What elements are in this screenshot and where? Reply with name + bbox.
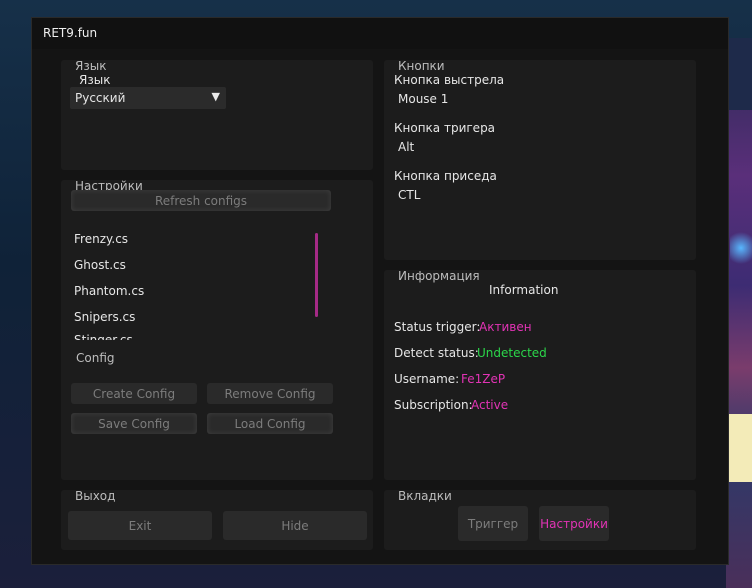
config-item-stinger[interactable]: Stinger.cs	[74, 334, 133, 340]
config-item-phantom[interactable]: Phantom.cs	[74, 284, 144, 298]
remove-config-button[interactable]: Remove Config	[207, 383, 333, 404]
window-title: RET9.fun	[43, 26, 98, 40]
detect-status-label: Detect status:	[394, 346, 479, 360]
language-select[interactable]: Русский ▼	[70, 87, 226, 109]
status-trigger-value: Активен	[479, 320, 532, 334]
config-item-frenzy[interactable]: Frenzy.cs	[74, 232, 128, 246]
app-window: RET9.fun Язык Язык Русский ▼ Настройки R…	[31, 17, 729, 565]
subscription-value: Active	[471, 398, 509, 412]
refresh-configs-button[interactable]: Refresh configs	[71, 190, 331, 211]
status-trigger-label: Status trigger:	[394, 320, 481, 334]
crouch-key-label: Кнопка приседа	[394, 169, 497, 183]
shoot-key-label: Кнопка выстрела	[394, 73, 505, 87]
tabs-section-label: Вкладки	[398, 489, 452, 503]
save-config-button[interactable]: Save Config	[71, 413, 197, 434]
load-config-button[interactable]: Load Config	[207, 413, 333, 434]
config-item-ghost[interactable]: Ghost.cs	[74, 258, 126, 272]
language-section-label: Язык	[75, 59, 107, 73]
trigger-key-label: Кнопка тригера	[394, 121, 496, 135]
tab-settings[interactable]: Настройки	[539, 506, 609, 541]
language-panel: Язык Язык Русский ▼	[61, 59, 373, 170]
shoot-key-value[interactable]: Mouse 1	[398, 92, 448, 106]
config-item-snipers[interactable]: Snipers.cs	[74, 310, 135, 324]
config-list-scrollbar[interactable]	[315, 233, 318, 317]
username-value: Fe1ZeP	[461, 372, 506, 386]
exit-section-label: Выход	[75, 489, 116, 503]
desktop-wallpaper-art	[726, 38, 752, 588]
language-field-label: Язык	[79, 73, 111, 87]
config-label: Config	[76, 351, 115, 365]
trigger-key-value[interactable]: Alt	[398, 140, 414, 154]
exit-panel: Выход Exit Hide	[61, 489, 373, 550]
title-bar[interactable]: RET9.fun	[32, 18, 728, 49]
create-config-button[interactable]: Create Config	[71, 383, 197, 404]
language-selected-value: Русский	[75, 91, 126, 105]
chevron-down-icon: ▼	[211, 90, 220, 103]
keybinds-section-label: Кнопки	[398, 59, 445, 73]
settings-panel: Настройки Refresh configs Frenzy.cs Ghos…	[61, 179, 373, 480]
config-list: Frenzy.cs Ghost.cs Phantom.cs Snipers.cs…	[74, 224, 314, 340]
info-panel: Информация Information Status trigger: А…	[384, 269, 696, 480]
subscription-label: Subscription:	[394, 398, 473, 412]
tabs-panel: Вкладки Триггер Настройки	[384, 489, 696, 550]
username-label: Username:	[394, 372, 460, 386]
keybinds-panel: Кнопки Кнопка выстрела Mouse 1 Кнопка тр…	[384, 59, 696, 260]
info-heading: Information	[489, 283, 559, 297]
hide-button[interactable]: Hide	[223, 511, 367, 540]
tab-trigger[interactable]: Триггер	[458, 506, 528, 541]
exit-button[interactable]: Exit	[68, 511, 212, 540]
detect-status-value: Undetected	[477, 346, 547, 360]
info-section-label: Информация	[398, 269, 480, 283]
crouch-key-value[interactable]: CTL	[398, 188, 420, 202]
